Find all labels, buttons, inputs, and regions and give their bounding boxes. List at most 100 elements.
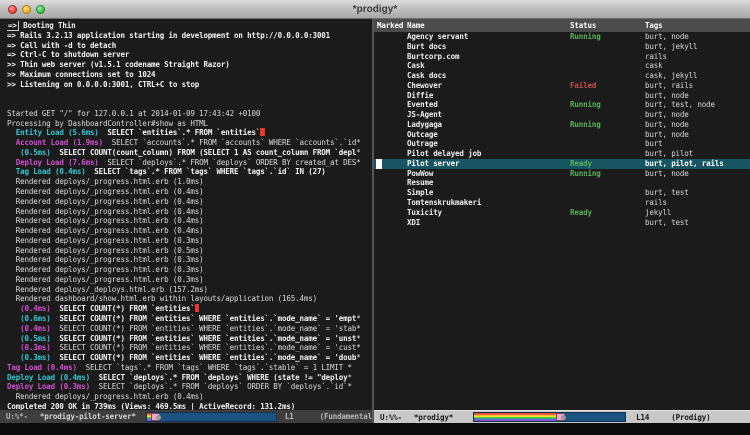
service-row[interactable]: Tomtenskrukmakeri rails	[374, 198, 750, 208]
service-row[interactable]: XDIburt, test	[374, 218, 750, 228]
marked-cell	[377, 208, 407, 218]
marked-cell	[377, 169, 407, 179]
right-modeline[interactable]: U:%%- *prodigy* L14 (Prodigy)	[374, 410, 750, 423]
rails-log-pane[interactable]: => Booting Thin=> Rails 3.2.13 applicati…	[0, 19, 372, 423]
service-tags: rails	[645, 198, 750, 208]
log-text: (0.4ms)	[7, 304, 51, 313]
minimize-button[interactable]	[22, 5, 31, 14]
log-line: (0.3ms) SELECT COUNT(*) FROM `entities` …	[7, 353, 372, 363]
service-row[interactable]: JS-Agent burt, node	[374, 110, 750, 120]
log-line: Rendered deploys/_progress.html.erb (0.4…	[7, 392, 372, 402]
service-row[interactable]: Outcageburt, node	[374, 130, 750, 140]
marked-cell	[377, 71, 407, 81]
service-row[interactable]: Pilot serverReadyburt, pilot, rails	[374, 159, 750, 169]
service-row[interactable]: Diffieburt, node	[374, 91, 750, 101]
log-text: SELECT COUNT(count_column) FROM (SELECT …	[51, 148, 357, 157]
service-row[interactable]: Caskcask	[374, 61, 750, 71]
service-row[interactable]: Pilot delayed jobburt, pilot	[374, 149, 750, 159]
service-row[interactable]: Burt docsburt, jekyll	[374, 42, 750, 52]
service-row[interactable]: ChewoverFailedburt, rails	[374, 81, 750, 91]
service-row[interactable]: EventedRunningburt, test, node	[374, 100, 750, 110]
service-tags: burt, jekyll	[645, 42, 750, 52]
log-line: => Booting Thin	[7, 21, 372, 31]
nyan-rainbow	[474, 413, 556, 421]
service-name: Tomtenskrukmakeri	[407, 198, 570, 208]
log-text: Rendered deploys/_progress.html.erb (0.4…	[7, 207, 203, 216]
log-line	[7, 89, 372, 99]
left-modeline[interactable]: U:%*- *prodigy-pilot-server* L1 (Fundame…	[0, 410, 372, 423]
log-line: (0.5ms) SELECT COUNT(*) FROM `entities` …	[7, 334, 372, 344]
service-tags: burt, pilot	[645, 149, 750, 159]
service-tags: cask, jekyll	[645, 71, 750, 81]
log-text: Rendered deploys/_progress.html.erb (0.3…	[7, 265, 203, 274]
service-row[interactable]: Simpleburt, test	[374, 188, 750, 198]
log-line: (0.5ms) SELECT COUNT(count_column) FROM …	[7, 148, 372, 158]
service-row[interactable]: Burtcorp.comrails	[374, 52, 750, 62]
service-row[interactable]: Resume	[374, 178, 750, 188]
terminal-window: *prodigy* => Booting Thin=> Rails 3.2.13…	[0, 0, 750, 435]
nyan-progress-bar	[473, 412, 626, 422]
log-text: =>	[7, 21, 19, 31]
log-text: => Call with -d to detach	[7, 41, 116, 50]
service-tags: jekyll	[645, 208, 750, 218]
log-text: => Rails 3.2.13 application starting in …	[7, 31, 330, 40]
log-text: Deploy Load (0.4ms)	[7, 373, 90, 382]
service-name: Evented	[407, 100, 570, 110]
service-row[interactable]: Cask docscask, jekyll	[374, 71, 750, 81]
service-name: Simple	[407, 188, 570, 198]
log-text: (0.6ms)	[7, 314, 51, 323]
titlebar[interactable]: *prodigy*	[0, 0, 750, 19]
status-badge: Running	[570, 100, 645, 110]
empty-area	[374, 227, 750, 410]
status-badge	[570, 218, 645, 228]
log-text: Tag Load (0.4ms)	[7, 167, 86, 176]
log-line: (0.4ms) SELECT COUNT(*) FROM `entities` …	[7, 324, 372, 334]
status-badge	[570, 42, 645, 52]
minibuffer[interactable]	[0, 423, 750, 435]
status-badge	[570, 139, 645, 149]
service-tags: rails	[645, 52, 750, 62]
log-line: Rendered deploys/_progress.html.erb (0.4…	[7, 216, 372, 226]
log-text: Rendered deploys/_progress.html.erb (0.3…	[7, 275, 203, 284]
log-text: SELECT COUNT(*) FROM `entities` WHERE `e…	[51, 324, 357, 333]
log-line: Rendered deploys/_progress.html.erb (0.3…	[7, 236, 372, 246]
log-line: Deploy Load (0.4ms) SELECT `deploys`.* F…	[7, 373, 372, 383]
text-cursor	[195, 304, 199, 312]
service-name: Chewover	[407, 81, 570, 91]
log-line: Rendered deploys/_progress.html.erb (0.3…	[7, 265, 372, 275]
log-text: Tag Load (0.4ms)	[7, 363, 77, 372]
emacs-frame: => Booting Thin=> Rails 3.2.13 applicati…	[0, 19, 750, 423]
log-text: *	[356, 158, 360, 167]
text-cursor	[260, 128, 264, 136]
log-text: SELECT COUNT(*) FROM `entities` WHERE `e…	[51, 353, 357, 362]
modeline-flags: U:%%-	[380, 413, 402, 422]
log-line: Rendered deploys/_progress.html.erb (0.4…	[7, 226, 372, 236]
service-name: Ladygaga	[407, 120, 570, 130]
prodigy-pane[interactable]: Marked Name Status Tags Agency servantRu…	[374, 19, 750, 423]
service-tags: burt, pilot, rails	[645, 159, 750, 169]
service-row[interactable]: Outrageburt	[374, 139, 750, 149]
service-row[interactable]: TuxicityReadyjekyll	[374, 208, 750, 218]
status-badge	[570, 178, 645, 188]
status-badge: Ready	[570, 159, 645, 169]
marked-cell	[377, 91, 407, 101]
service-row[interactable]: PowWowRunningburt, node	[374, 169, 750, 179]
service-tags: burt, node	[645, 110, 750, 120]
service-name: JS-Agent	[407, 110, 570, 120]
line-number: L14	[636, 413, 649, 422]
service-tags: cask	[645, 61, 750, 71]
log-text: Rendered deploys/_progress.html.erb (0.4…	[7, 197, 203, 206]
point-cursor	[376, 159, 382, 169]
marked-cell	[377, 52, 407, 62]
marked-cell	[377, 130, 407, 140]
log-text: Rendered deploys/_progress.html.erb (1.0…	[7, 177, 203, 186]
service-tags: burt, node	[645, 130, 750, 140]
log-text: Entity Load (5.6ms)	[7, 128, 99, 137]
status-badge	[570, 61, 645, 71]
zoom-button[interactable]	[36, 5, 45, 14]
service-row[interactable]: Agency servantRunningburt, node	[374, 32, 750, 42]
close-button[interactable]	[8, 5, 17, 14]
service-name: Resume	[407, 178, 570, 188]
service-row[interactable]: LadygagaRunningburt, node	[374, 120, 750, 130]
service-tags: burt, node	[645, 32, 750, 42]
